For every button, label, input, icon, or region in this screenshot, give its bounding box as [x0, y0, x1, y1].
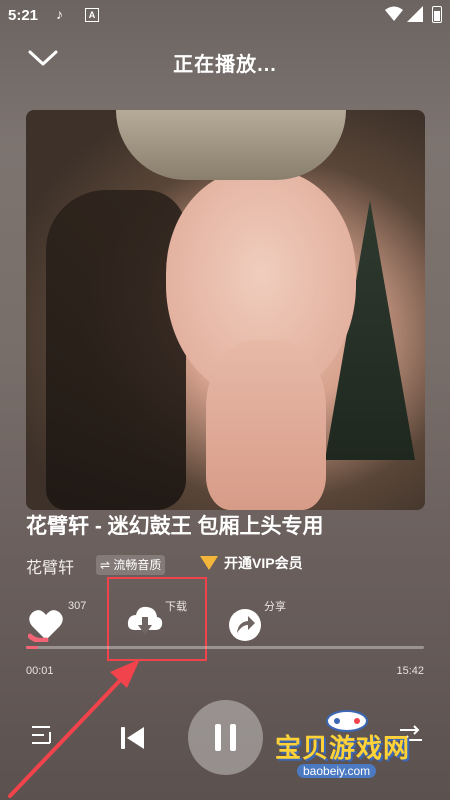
pause-icon: [215, 724, 236, 751]
battery-icon: [432, 6, 442, 23]
status-time: 5:21: [8, 7, 39, 24]
status-bar: 5:21 ♪ A: [0, 0, 450, 30]
heart-icon: [27, 610, 63, 643]
artist-name[interactable]: 花臂轩: [26, 554, 74, 578]
vip-button[interactable]: 开通VIP会员: [200, 553, 303, 573]
current-time: 00:01: [26, 665, 54, 677]
vip-label: 开通VIP会员: [224, 555, 303, 571]
progress-bar[interactable]: [26, 646, 424, 649]
top-bar: 正在播放...: [0, 40, 450, 80]
progress-fill: [26, 646, 38, 649]
watermark-text: 宝贝游戏网: [275, 733, 411, 763]
page-title: 正在播放...: [173, 54, 277, 76]
like-button[interactable]: 307: [27, 600, 86, 647]
playlist-icon[interactable]: [30, 724, 54, 746]
signal-icon: [407, 6, 423, 22]
quality-selector[interactable]: ⇌ 流畅音质: [96, 555, 166, 575]
art-hand: [206, 340, 326, 510]
share-label: 分享: [264, 601, 286, 613]
share-button[interactable]: 分享: [228, 601, 286, 647]
song-title: 花臂轩 - 迷幻鼓王 包厢上头专用: [26, 515, 324, 538]
action-row: 307 下载 分享: [0, 590, 450, 650]
art-hair: [46, 190, 186, 510]
a-badge-icon: A: [85, 8, 99, 22]
total-time: 15:42: [396, 665, 424, 677]
play-pause-button[interactable]: [188, 700, 263, 775]
vip-diamond-icon: [200, 556, 218, 570]
tiktok-icon: ♪: [56, 6, 63, 22]
share-icon: [229, 609, 261, 641]
watermark-url: baobeiy.com: [297, 764, 377, 778]
watermark-logo: 宝贝游戏网 baobeiy.com: [275, 708, 425, 783]
art-hat: [116, 110, 346, 180]
like-count: 307: [68, 600, 87, 612]
album-art: [26, 110, 425, 510]
previous-track-icon[interactable]: [118, 724, 146, 752]
wifi-icon: [385, 6, 403, 21]
